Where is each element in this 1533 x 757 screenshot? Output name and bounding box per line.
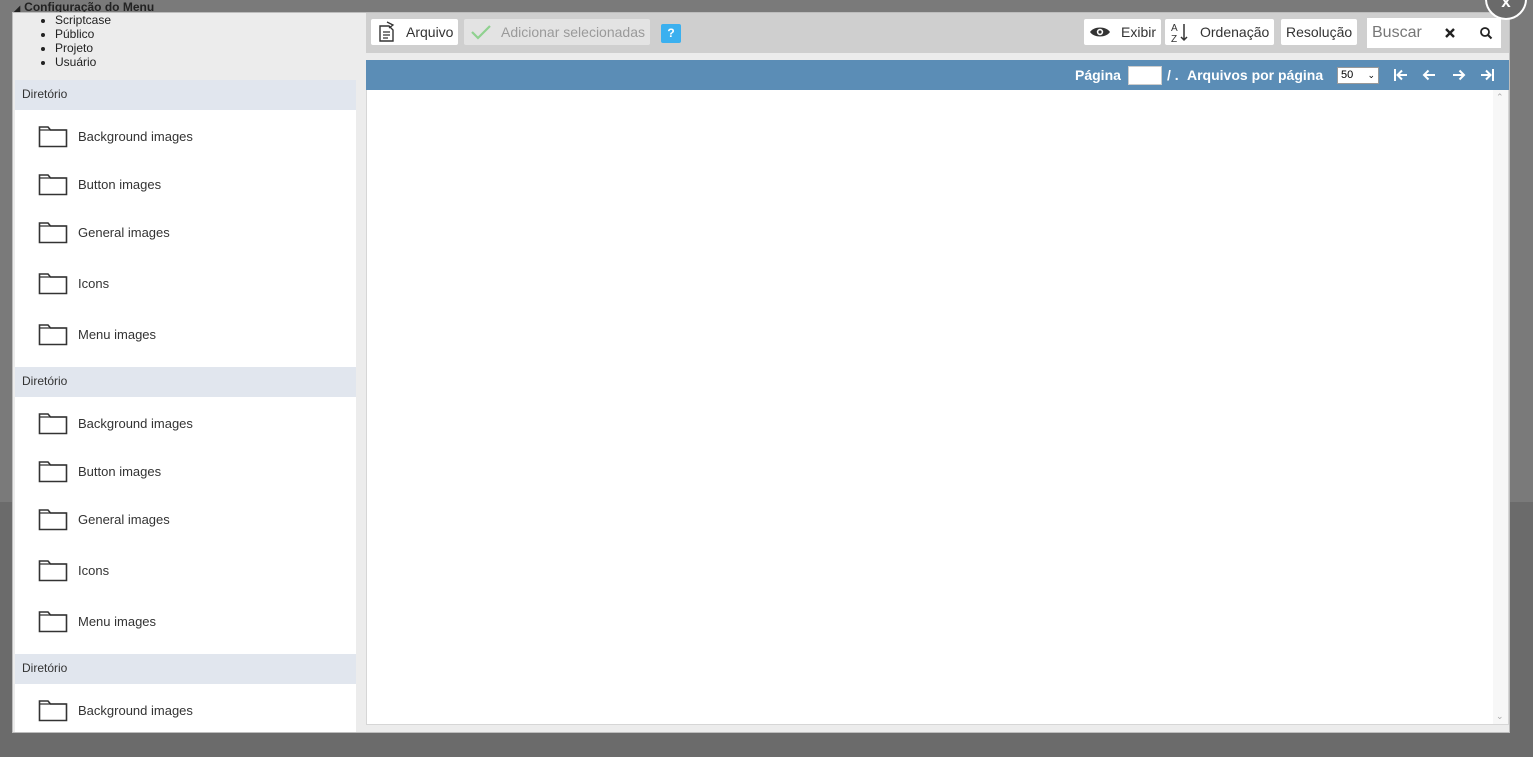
folder-tree-list: Scriptcase Público Projeto Usuário <box>55 13 111 69</box>
last-page-icon[interactable] <box>1478 66 1496 84</box>
folder-item-background-images[interactable]: Background images <box>15 112 356 160</box>
folder-label: Background images <box>78 128 193 144</box>
directory-panel: Scriptcase Público Projeto Usuário Diret… <box>15 13 356 732</box>
page-label: Página <box>1075 67 1121 83</box>
ordenacao-label: Ordenação <box>1200 24 1270 40</box>
folder-label: Background images <box>78 415 193 431</box>
chevron-down-icon: ⌄ <box>1367 70 1375 80</box>
per-page-value: 50 <box>1341 69 1354 81</box>
directory-header: Diretório <box>15 367 356 397</box>
search-icon[interactable] <box>1479 26 1493 40</box>
resolucao-button[interactable]: Resolução <box>1280 18 1359 46</box>
folder-label: General images <box>78 224 170 240</box>
upload-file-icon <box>379 21 395 42</box>
page-number-input[interactable] <box>1128 66 1162 85</box>
arquivo-label: Arquivo <box>406 24 454 40</box>
per-page-select[interactable]: 50 ⌄ <box>1337 67 1379 84</box>
first-page-icon[interactable] <box>1392 66 1410 84</box>
folder-icon <box>38 413 68 435</box>
folder-item-menu-images[interactable]: Menu images <box>15 310 356 358</box>
folder-item-icons[interactable]: Icons <box>15 259 356 307</box>
directory-header: Diretório <box>15 654 356 684</box>
scroll-down-icon[interactable]: ⌄ <box>1496 711 1504 722</box>
folder-label: General images <box>78 511 170 527</box>
tree-item-scriptcase[interactable]: Scriptcase <box>55 13 111 27</box>
tree-item-usuario[interactable]: Usuário <box>55 55 111 69</box>
arquivo-button[interactable]: Arquivo <box>370 18 460 46</box>
sort-az-icon: AZ <box>1171 23 1188 43</box>
next-page-icon[interactable] <box>1450 66 1468 84</box>
file-list-area[interactable]: ⌃ ⌄ <box>366 90 1509 725</box>
folder-label: Icons <box>78 562 110 578</box>
folder-item-menu-images[interactable]: Menu images <box>15 597 356 645</box>
adicionar-label: Adicionar selecionadas <box>501 24 645 40</box>
toolbar: Arquivo Adicionar selecionadas ? Exibir … <box>366 13 1509 53</box>
svg-text:Z: Z <box>1171 34 1177 43</box>
eye-icon <box>1090 27 1110 37</box>
search-box <box>1367 18 1501 48</box>
folder-icon <box>38 560 68 582</box>
folder-label: Menu images <box>78 326 157 342</box>
previous-page-icon[interactable] <box>1420 66 1438 84</box>
folder-icon <box>38 273 68 295</box>
folder-icon <box>38 126 68 148</box>
folder-icon <box>38 461 68 483</box>
folder-icon <box>38 174 68 196</box>
folder-item-button-images[interactable]: Button images <box>15 160 356 208</box>
folder-icon <box>38 611 68 633</box>
directory-header: Diretório <box>15 80 356 110</box>
image-browser-modal: Scriptcase Público Projeto Usuário Diret… <box>12 12 1510 733</box>
folder-label: Button images <box>78 176 162 192</box>
resolucao-label: Resolução <box>1286 24 1353 40</box>
tree-item-projeto[interactable]: Projeto <box>55 41 111 55</box>
pagination-bar: Página / . Arquivos por página 50 ⌄ <box>366 60 1509 90</box>
folder-icon <box>38 509 68 531</box>
folder-item-icons[interactable]: Icons <box>15 546 356 594</box>
page-separator: / . <box>1167 67 1179 83</box>
search-input[interactable] <box>1372 24 1440 42</box>
exibir-button[interactable]: Exibir <box>1083 18 1163 46</box>
folder-tree: Scriptcase Público Projeto Usuário <box>15 13 356 80</box>
tree-item-publico[interactable]: Público <box>55 27 111 41</box>
folder-label: Background images <box>78 702 193 718</box>
folder-icon <box>38 700 68 722</box>
folder-item-general-images[interactable]: General images <box>15 495 356 543</box>
svg-text:A: A <box>1171 23 1178 34</box>
checkmark-icon <box>471 25 491 40</box>
exibir-label: Exibir <box>1121 24 1157 40</box>
folder-item-general-images[interactable]: General images <box>15 208 356 256</box>
clear-search-icon[interactable] <box>1443 26 1457 40</box>
folder-item-button-images[interactable]: Button images <box>15 447 356 495</box>
per-page-label: Arquivos por página <box>1187 67 1324 83</box>
ordenacao-button[interactable]: AZ Ordenação <box>1164 18 1276 46</box>
folder-label: Button images <box>78 463 162 479</box>
adicionar-selecionadas-button[interactable]: Adicionar selecionadas <box>463 18 651 46</box>
folder-item-background-images[interactable]: Background images <box>15 686 356 732</box>
help-button[interactable]: ? <box>661 24 681 43</box>
scroll-up-icon[interactable]: ⌃ <box>1496 92 1504 103</box>
folder-icon <box>38 222 68 244</box>
file-panel: Arquivo Adicionar selecionadas ? Exibir … <box>366 13 1509 732</box>
folder-item-background-images[interactable]: Background images <box>15 399 356 447</box>
folder-icon <box>38 324 68 346</box>
folder-label: Menu images <box>78 613 157 629</box>
folder-label: Icons <box>78 275 110 291</box>
scrollbar[interactable]: ⌃ ⌄ <box>1493 90 1508 724</box>
